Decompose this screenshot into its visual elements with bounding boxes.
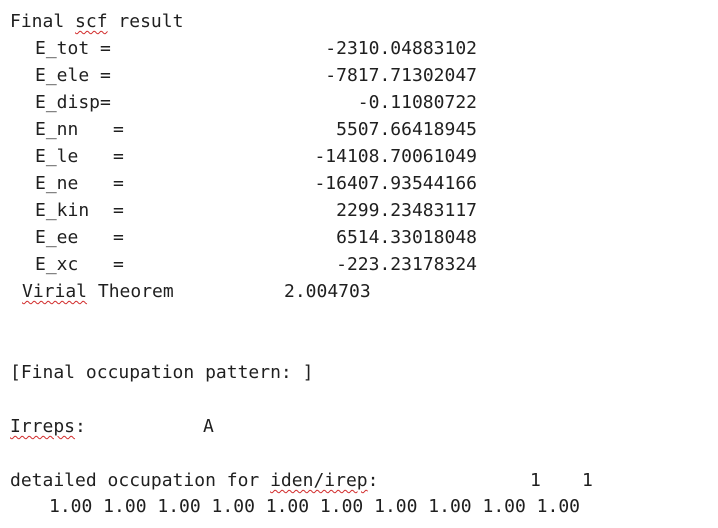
energy-eq-kin: = [113, 200, 124, 221]
energy-label-nn: E_nn [35, 119, 79, 140]
detailed-index-2: 1 [582, 470, 593, 491]
virial-word-theorem: Theorem [97, 281, 174, 302]
energy-eq-ne: = [113, 173, 124, 194]
energy-label-xc: E_xc [35, 254, 79, 275]
energy-value-le: -14108.70061049 [314, 146, 477, 167]
detailed-prefix: detailed occupation for [10, 470, 271, 491]
irreps-word: Irreps [10, 416, 76, 437]
irreps-label: Irreps: [10, 417, 86, 437]
energy-value-ee: 6514.33018048 [336, 227, 477, 248]
energy-eq-xc: = [113, 254, 124, 275]
virial-label: Virial Theorem [22, 282, 174, 302]
energy-eq-ee: = [113, 227, 124, 248]
energy-value-ne: -16407.93544166 [314, 173, 477, 194]
energy-label-kin: E_kin [35, 200, 90, 221]
energy-label-ee: E_ee [35, 227, 79, 248]
detailed-index-1: 1 [530, 470, 541, 491]
energy-label-ele: E_ele = [35, 65, 111, 86]
energy-value-kin: 2299.23483117 [336, 200, 477, 221]
energy-eq-nn: = [113, 119, 124, 140]
energy-eq-le: = [113, 146, 124, 167]
virial-word-virial: Virial [22, 281, 88, 302]
energy-value-ele: -7817.71302047 [325, 65, 477, 86]
energy-value-tot: -2310.04883102 [325, 38, 477, 59]
header-word-result: result [118, 11, 184, 32]
occupation-header: [Final occupation pattern: ] [10, 362, 314, 383]
detailed-word-iden-irep: iden/irep [270, 470, 368, 491]
detailed-suffix: : [367, 470, 379, 491]
virial-value: 2.004703 [284, 281, 371, 302]
header-word-scf: scf [75, 11, 108, 32]
irreps-value: A [203, 416, 214, 437]
energy-label-le: E_le [35, 146, 79, 167]
energy-label-ne: E_ne [35, 173, 79, 194]
energy-value-xc: -223.23178324 [336, 254, 477, 275]
detailed-occupation-values: 1.00 1.00 1.00 1.00 1.00 1.00 1.00 1.00 … [49, 496, 581, 517]
energy-label-tot: E_tot = [35, 38, 111, 59]
energy-value-disp: -0.11080722 [357, 92, 477, 113]
energy-label-disp: E_disp= [35, 92, 111, 113]
header-line: Final scf result [10, 12, 183, 32]
text-document: Final scf result E_tot = -2310.04883102 … [0, 0, 718, 528]
irreps-colon: : [75, 416, 86, 437]
header-word-final: Final [10, 11, 65, 32]
detailed-occupation-label: detailed occupation for iden/irep: [10, 471, 378, 491]
energy-value-nn: 5507.66418945 [336, 119, 477, 140]
